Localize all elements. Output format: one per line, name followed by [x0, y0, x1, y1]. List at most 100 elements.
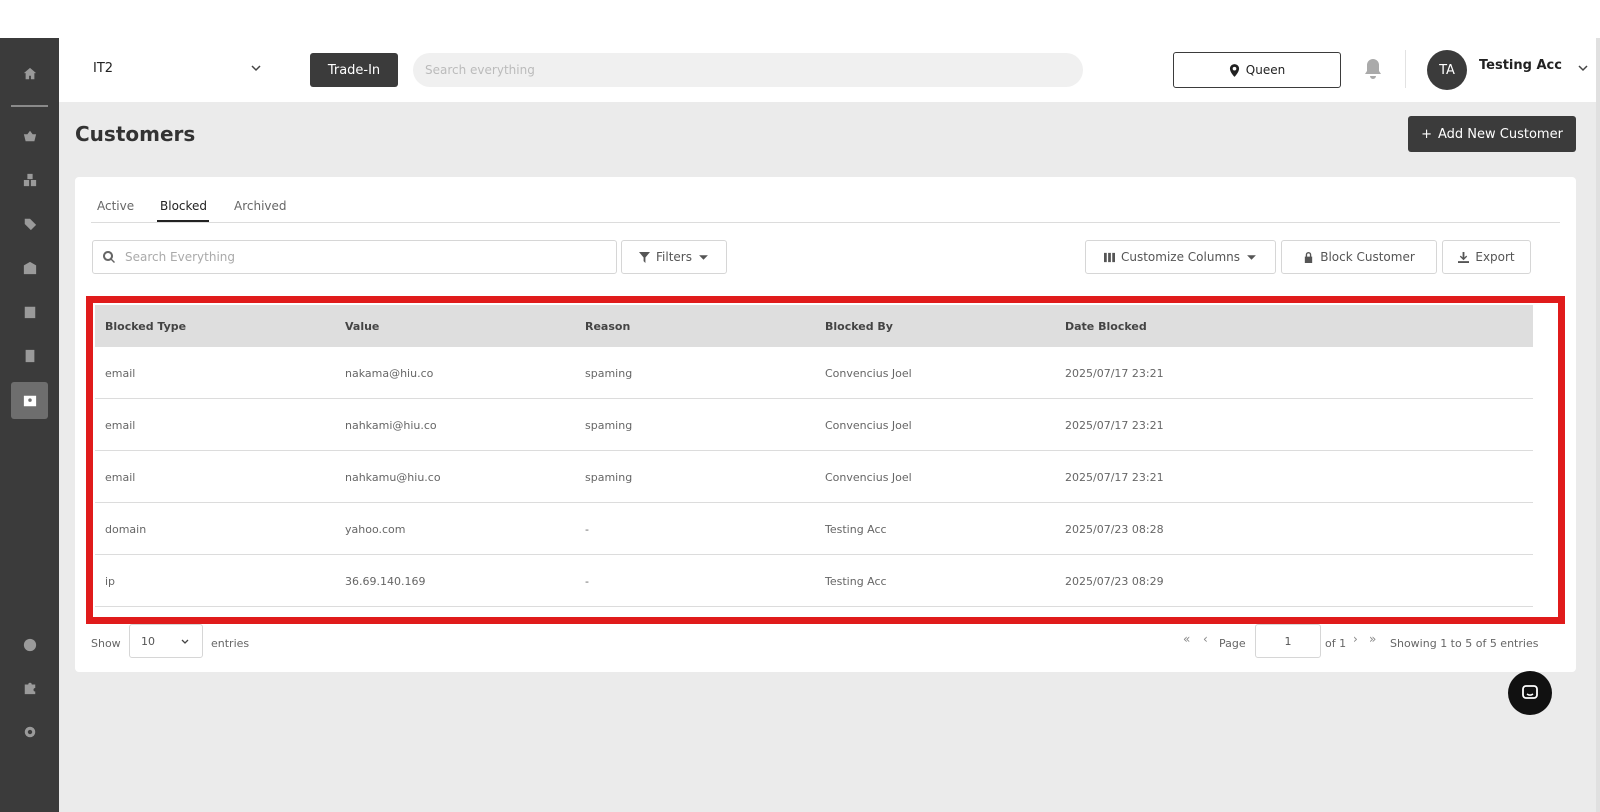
cell-value: nakama@hiu.co	[345, 367, 434, 380]
table-header: Blocked Type Value Reason Blocked By Dat…	[95, 305, 1533, 347]
tab-blocked[interactable]: Blocked	[160, 199, 207, 213]
cell-reason: -	[585, 575, 589, 588]
sidebar-warehouse-icon[interactable]	[11, 249, 48, 286]
prev-page-icon[interactable]: ‹	[1203, 632, 1208, 646]
tab-active[interactable]: Active	[97, 199, 134, 213]
next-page-icon[interactable]: ›	[1353, 632, 1358, 646]
cell-blocked-by: Convencius Joel	[825, 419, 912, 432]
block-customer-button[interactable]: Block Customer	[1281, 240, 1437, 274]
caret-down-icon	[699, 254, 708, 260]
top-header: IT2 Trade-In Search everything Queen TA …	[59, 38, 1596, 102]
table-row[interactable]: ip 36.69.140.169 - Testing Acc 2025/07/2…	[95, 555, 1533, 607]
avatar[interactable]: TA	[1427, 50, 1467, 90]
tab-archived[interactable]: Archived	[234, 199, 287, 213]
export-label: Export	[1475, 250, 1515, 264]
location-button[interactable]: Queen	[1173, 52, 1341, 88]
block-customer-label: Block Customer	[1320, 250, 1415, 264]
filters-button[interactable]: Filters	[621, 240, 727, 274]
sidebar-tag-icon[interactable]	[11, 205, 48, 242]
chevron-down-icon[interactable]	[1577, 62, 1589, 74]
column-header-date-blocked[interactable]: Date Blocked	[1065, 320, 1147, 333]
sidebar-settings-icon[interactable]	[11, 713, 48, 750]
table-search-input[interactable]: Search Everything	[92, 240, 617, 274]
page-of-label: of 1	[1325, 637, 1347, 650]
cell-value: nahkamu@hiu.co	[345, 471, 441, 484]
cell-date-blocked: 2025/07/17 23:21	[1065, 419, 1164, 432]
cell-date-blocked: 2025/07/17 23:21	[1065, 471, 1164, 484]
caret-down-icon	[1247, 254, 1256, 260]
tab-active-indicator	[157, 220, 209, 222]
customize-columns-button[interactable]: Customize Columns	[1085, 240, 1276, 274]
cell-blocked-type: email	[105, 367, 136, 380]
chat-icon	[1522, 685, 1538, 699]
trade-in-button[interactable]: Trade-In	[310, 53, 398, 87]
table-row[interactable]: domain yahoo.com - Testing Acc 2025/07/2…	[95, 503, 1533, 555]
page-title: Customers	[75, 122, 196, 146]
filter-icon	[639, 251, 650, 263]
store-select-value: IT2	[93, 60, 114, 76]
page-label: Page	[1219, 637, 1246, 650]
export-button[interactable]: Export	[1442, 240, 1531, 274]
cell-blocked-type: domain	[105, 523, 147, 536]
filters-label: Filters	[656, 250, 692, 264]
page-size-select[interactable]: 10	[129, 624, 203, 658]
sidebar-customers-icon[interactable]	[11, 382, 48, 419]
columns-icon	[1103, 252, 1115, 262]
add-new-customer-label: Add New Customer	[1437, 126, 1563, 142]
column-header-blocked-by[interactable]: Blocked By	[825, 320, 893, 333]
page-number-input[interactable]: 1	[1255, 624, 1321, 658]
sidebar-store-icon[interactable]	[11, 293, 48, 330]
table-row[interactable]: email nakama@hiu.co spaming Convencius J…	[95, 347, 1533, 399]
chevron-down-icon	[251, 65, 261, 72]
cell-reason: spaming	[585, 471, 633, 484]
cell-value: 36.69.140.169	[345, 575, 426, 588]
sidebar-boxes-icon[interactable]	[11, 161, 48, 198]
page-size-value: 10	[141, 634, 155, 648]
store-select[interactable]: IT2	[93, 52, 263, 84]
sidebar-receipt-icon[interactable]	[11, 337, 48, 374]
user-name[interactable]: Testing Acc	[1479, 58, 1562, 73]
customize-columns-label: Customize Columns	[1120, 250, 1240, 264]
sidebar	[0, 38, 59, 812]
scrollbar[interactable]	[1596, 38, 1600, 812]
table-row[interactable]: email nahkami@hiu.co spaming Convencius …	[95, 399, 1533, 451]
sidebar-home-icon[interactable]	[11, 55, 48, 92]
column-header-blocked-type[interactable]: Blocked Type	[105, 320, 186, 333]
table-row[interactable]: email nahkamu@hiu.co spaming Convencius …	[95, 451, 1533, 503]
show-label: Show	[91, 637, 121, 650]
tabs: Active Blocked Archived	[91, 177, 1560, 223]
add-new-customer-button[interactable]: + Add New Customer	[1408, 116, 1576, 152]
bell-icon[interactable]	[1363, 58, 1383, 80]
cell-value: nahkami@hiu.co	[345, 419, 437, 432]
sidebar-help-icon[interactable]	[11, 626, 48, 663]
chat-launcher-button[interactable]	[1508, 671, 1552, 715]
cell-date-blocked: 2025/07/17 23:21	[1065, 367, 1164, 380]
main-content: Customers + Add New Customer Active Bloc…	[59, 102, 1596, 812]
column-header-value[interactable]: Value	[345, 320, 379, 333]
cell-blocked-type: email	[105, 419, 136, 432]
cell-value: yahoo.com	[345, 523, 406, 536]
last-page-icon[interactable]: »	[1369, 632, 1376, 646]
first-page-icon[interactable]: «	[1183, 632, 1190, 646]
customers-card: Active Blocked Archived Search Everythin…	[75, 177, 1576, 672]
column-header-reason[interactable]: Reason	[585, 320, 630, 333]
cell-reason: spaming	[585, 419, 633, 432]
cell-blocked-type: email	[105, 471, 136, 484]
header-divider	[1405, 50, 1406, 88]
global-search-input[interactable]: Search everything	[413, 53, 1083, 87]
cell-blocked-by: Convencius Joel	[825, 471, 912, 484]
cell-blocked-type: ip	[105, 575, 116, 588]
top-strip	[0, 0, 1600, 38]
cell-reason: spaming	[585, 367, 633, 380]
download-icon	[1458, 251, 1470, 263]
location-pin-icon	[1229, 63, 1239, 77]
location-label: Queen	[1245, 63, 1286, 77]
sidebar-divider	[11, 105, 48, 107]
sidebar-basket-icon[interactable]	[11, 117, 48, 154]
search-icon	[103, 251, 115, 263]
sidebar-puzzle-icon[interactable]	[11, 669, 48, 706]
lock-icon	[1305, 251, 1313, 263]
cell-reason: -	[585, 523, 589, 536]
table-search-placeholder: Search Everything	[125, 250, 236, 264]
plus-icon: +	[1421, 126, 1432, 142]
